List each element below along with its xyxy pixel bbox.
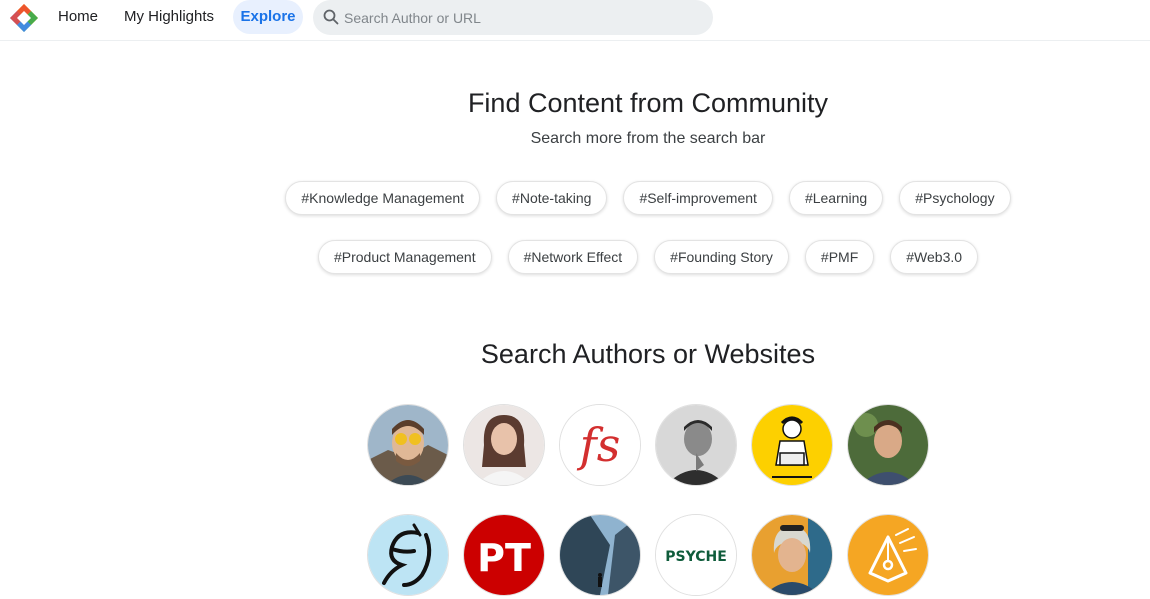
search-input[interactable] [344, 0, 694, 35]
tag-chip[interactable]: #Network Effect [507, 240, 639, 274]
author-row-2: PT PSYCHE [0, 514, 1150, 596]
author-avatar-fs-logo[interactable]: fs [559, 404, 641, 486]
pt-logo-text: PT [477, 536, 531, 580]
nav-my-highlights[interactable]: My Highlights [124, 0, 214, 34]
tag-chip[interactable]: #Self-improvement [623, 181, 773, 215]
community-subtitle: Search more from the search bar [530, 130, 766, 147]
author-avatar-woman[interactable] [463, 404, 545, 486]
author-avatar-smiling-man[interactable] [847, 404, 929, 486]
author-avatar-illustration-yellow[interactable] [751, 404, 833, 486]
tag-chip[interactable]: #Product Management [317, 240, 492, 274]
tag-row-2: #Product Management #Network Effect #Fou… [0, 240, 1150, 274]
app-logo-icon[interactable] [8, 2, 40, 34]
author-avatar-sunglasses-man[interactable] [367, 404, 449, 486]
author-avatar-psyche-logo[interactable]: PSYCHE [655, 514, 737, 596]
author-avatar-older-woman[interactable] [751, 514, 833, 596]
psyche-logo-text: PSYCHE [665, 549, 727, 565]
author-avatar-pt-logo[interactable]: PT [463, 514, 545, 596]
author-avatar-pen-logo[interactable] [847, 514, 929, 596]
community-title: Find Content from Community [467, 88, 829, 118]
tag-chip[interactable]: #Web3.0 [890, 240, 979, 274]
tag-row-1: #Knowledge Management #Note-taking #Self… [0, 181, 1150, 215]
tag-chip[interactable]: #Knowledge Management [285, 181, 481, 215]
nav-explore[interactable]: Explore [233, 0, 303, 34]
author-avatar-landscape[interactable] [559, 514, 641, 596]
authors-title: Search Authors or Websites [480, 339, 816, 369]
fs-logo-text: fs [577, 418, 621, 472]
tag-chip[interactable]: #Note-taking [496, 181, 608, 215]
tag-chip[interactable]: #Psychology [899, 181, 1011, 215]
author-avatar-handwritten-logo[interactable] [367, 514, 449, 596]
search-bar[interactable] [313, 0, 713, 35]
tag-chip[interactable]: #Founding Story [654, 240, 789, 274]
tag-chip[interactable]: #Learning [788, 181, 884, 215]
top-navigation-bar: Home My Highlights Explore [0, 0, 1150, 41]
author-avatar-bw-man[interactable] [655, 404, 737, 486]
author-row-1: fs [0, 404, 1150, 486]
tag-chip[interactable]: #PMF [804, 240, 875, 274]
nav-home[interactable]: Home [58, 0, 98, 34]
search-icon [323, 9, 339, 25]
